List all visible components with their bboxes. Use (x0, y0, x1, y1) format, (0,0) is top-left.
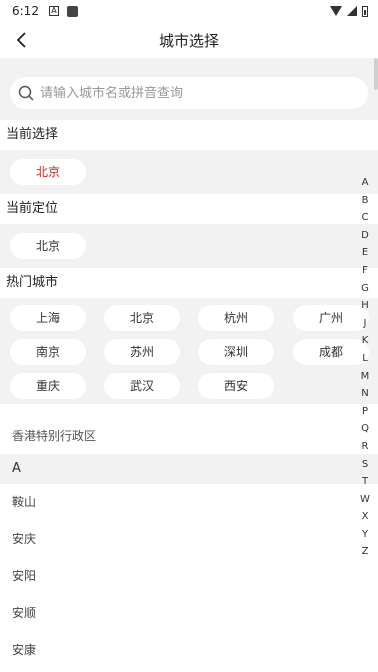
hot-city-chip[interactable]: 南京 (10, 339, 86, 365)
page-title: 城市选择 (158, 31, 219, 50)
notification-app-icon (66, 5, 78, 17)
back-arrow-icon (16, 32, 26, 48)
index-letter[interactable]: Y (362, 526, 368, 544)
letter-header-a: A (0, 454, 378, 484)
index-letter[interactable]: N (361, 385, 368, 403)
hot-city-chip[interactable]: 杭州 (198, 305, 274, 331)
search-area (0, 58, 378, 120)
current-selection-label: 当前选择 (0, 120, 378, 150)
city-list-content[interactable]: 当前选择 北京 当前定位 北京 热门城市 上海 北京 杭州 广州 南京 苏州 深… (0, 58, 378, 672)
hot-city-chip[interactable]: 武汉 (104, 373, 180, 399)
index-letter[interactable]: F (362, 262, 368, 280)
hot-cities-area: 上海 北京 杭州 广州 南京 苏州 深圳 成都 重庆 武汉 西安 (0, 298, 378, 404)
index-letter[interactable]: E (362, 244, 368, 262)
current-selection-area: 北京 (0, 150, 378, 194)
search-box[interactable] (10, 77, 368, 109)
index-letter[interactable]: Q (361, 420, 369, 438)
scrollbar-thumb[interactable] (374, 58, 378, 90)
index-letter[interactable]: H (361, 297, 369, 315)
index-letter[interactable]: M (361, 368, 370, 386)
city-list-item[interactable]: 安顺 (0, 595, 378, 632)
index-letter[interactable]: G (361, 280, 369, 298)
index-letter[interactable]: T (362, 473, 368, 491)
current-location-label: 当前定位 (0, 194, 378, 224)
status-icons (330, 5, 368, 17)
index-letter[interactable]: C (362, 209, 369, 227)
index-letter[interactable]: R (362, 438, 369, 456)
index-letter[interactable]: K (362, 332, 369, 350)
index-letter[interactable]: L (362, 350, 368, 368)
index-letter[interactable]: S (362, 456, 368, 474)
city-list-item[interactable]: 安庆 (0, 521, 378, 558)
index-letter[interactable]: Z (362, 543, 369, 561)
battery-icon (362, 5, 368, 17)
index-letter[interactable]: A (362, 174, 369, 192)
search-input[interactable] (40, 85, 340, 101)
search-icon (18, 85, 34, 101)
hot-city-chip[interactable]: 西安 (198, 373, 274, 399)
hot-city-chip[interactable]: 重庆 (10, 373, 86, 399)
wifi-icon (330, 6, 342, 16)
index-letter[interactable]: W (360, 491, 370, 509)
index-letter[interactable]: X (362, 508, 369, 526)
status-bar: 6:12 A (0, 0, 378, 22)
hot-city-chip[interactable]: 上海 (10, 305, 86, 331)
notification-a-icon: A (48, 6, 59, 16)
current-location-chip[interactable]: 北京 (10, 233, 86, 259)
city-list-item[interactable]: 安阳 (0, 558, 378, 595)
hot-cities-label: 热门城市 (0, 268, 378, 298)
signal-icon (347, 6, 357, 16)
index-letter[interactable]: J (364, 315, 367, 333)
current-location-area: 北京 (0, 224, 378, 268)
alphabet-index[interactable]: A B C D E F G H J K L M N P Q R S T W X … (358, 174, 372, 561)
city-list-item[interactable]: 鞍山 (0, 484, 378, 521)
index-letter[interactable]: B (362, 192, 369, 210)
status-time: 6:12 (12, 4, 39, 18)
current-selection-chip[interactable]: 北京 (10, 159, 86, 185)
back-button[interactable] (8, 26, 36, 54)
hot-city-chip[interactable]: 深圳 (198, 339, 274, 365)
hot-city-chip[interactable]: 北京 (104, 305, 180, 331)
index-letter[interactable]: P (362, 403, 368, 421)
index-letter[interactable]: D (361, 227, 369, 245)
city-list-item[interactable]: 安康 (0, 632, 378, 669)
region-item[interactable]: 香港特别行政区 (0, 418, 378, 454)
hot-city-chip[interactable]: 苏州 (104, 339, 180, 365)
app-header: 城市选择 (0, 22, 378, 58)
